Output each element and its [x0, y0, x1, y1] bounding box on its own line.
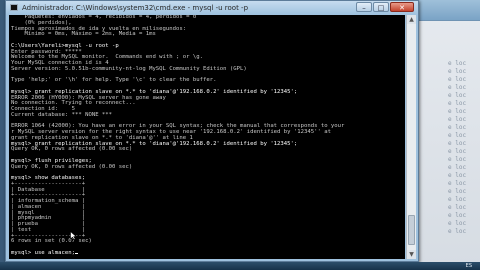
scroll-up-arrow-icon[interactable]: ▲: [407, 15, 416, 24]
background-window-titlebar[interactable]: [412, 0, 480, 21]
background-window-text: e loc e loc e loc e loc e loc e loc e loc e loc…: [448, 60, 476, 236]
background-text-line: e loc: [448, 116, 467, 123]
terminal-line: mysql> use almacen;: [11, 250, 344, 257]
background-text-line: e loc: [448, 132, 467, 139]
background-window[interactable]: e loc e loc e loc e loc e loc e loc e loc e loc…: [412, 0, 480, 270]
close-button[interactable]: ✕: [390, 2, 414, 12]
vertical-scrollbar[interactable]: ▲ ▼: [406, 15, 416, 259]
taskbar-tray-text: ES: [465, 263, 472, 269]
mouse-pointer-icon: [70, 231, 77, 240]
background-text-line: e loc: [448, 204, 467, 211]
cmd-icon: [10, 4, 18, 11]
background-text-line: e loc: [448, 212, 467, 219]
background-text-line: e loc: [448, 220, 467, 227]
terminal-lines: Paquetes: enviados = 4, recibidos = 4, p…: [11, 15, 344, 257]
background-text-line: e loc: [448, 172, 467, 179]
maximize-button[interactable]: □: [373, 2, 389, 12]
background-text-line: e loc: [448, 84, 467, 91]
background-text-line: e loc: [448, 164, 467, 171]
terminal-output[interactable]: Paquetes: enviados = 4, recibidos = 4, p…: [9, 15, 405, 259]
background-text-line: e loc: [448, 188, 467, 195]
background-text-line: e loc: [448, 180, 467, 187]
window-titlebar[interactable]: Administrador: C:\Windows\system32\cmd.e…: [6, 1, 418, 15]
background-text-line: e loc: [448, 108, 467, 115]
background-text-line: e loc: [448, 60, 467, 67]
background-text-line: e loc: [448, 76, 467, 83]
text-cursor: [75, 252, 78, 254]
background-text-line: e loc: [448, 100, 467, 107]
minimize-button[interactable]: –: [356, 2, 372, 12]
scrollbar-thumb[interactable]: [408, 215, 415, 245]
background-text-line: e loc: [448, 124, 467, 131]
background-text-line: e loc: [448, 196, 467, 203]
command-prompt-window[interactable]: Administrador: C:\Windows\system32\cmd.e…: [5, 0, 419, 262]
taskbar: ES: [0, 262, 480, 270]
window-title: Administrador: C:\Windows\system32\cmd.e…: [22, 4, 249, 12]
background-text-line: e loc: [448, 92, 467, 99]
background-text-line: e loc: [448, 156, 467, 163]
scroll-down-arrow-icon[interactable]: ▼: [407, 250, 416, 259]
background-text-line: e loc: [448, 148, 467, 155]
background-text-line: e loc: [448, 228, 467, 235]
window-controls: – □ ✕: [355, 2, 414, 12]
background-text-line: e loc: [448, 68, 467, 75]
background-text-line: e loc: [448, 140, 467, 147]
